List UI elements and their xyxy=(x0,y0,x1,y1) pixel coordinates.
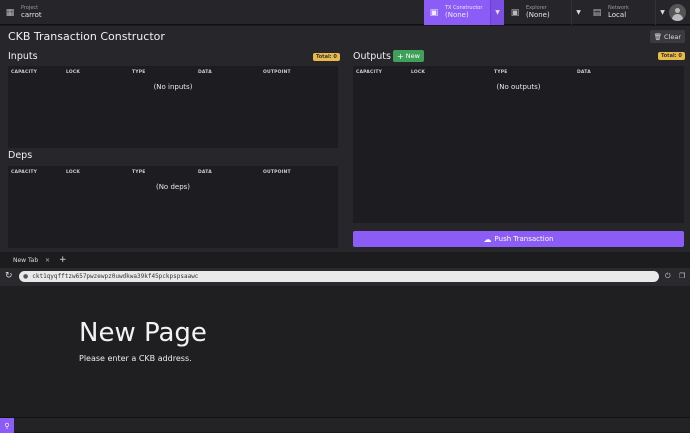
explorer-value: (None) xyxy=(526,11,550,19)
document-icon: ▣ xyxy=(510,7,520,18)
new-output-button[interactable]: + New xyxy=(393,50,424,62)
column-header: LOCK xyxy=(66,170,81,175)
bottom-bar: ⚲ xyxy=(0,417,690,433)
outputs-title: Outputs xyxy=(353,51,391,62)
column-header: LOCK xyxy=(411,70,426,75)
clear-button[interactable]: 🗑 Clear xyxy=(649,30,685,43)
column-header: CAPACITY xyxy=(356,70,383,75)
monitor-icon: ▤ xyxy=(592,7,602,18)
power-icon[interactable]: ⏻ xyxy=(665,272,671,281)
column-header: LOCK xyxy=(66,70,81,75)
column-header: TYPE xyxy=(132,70,146,75)
project-selector[interactable]: ▦ Project carrot xyxy=(0,0,150,25)
key-button[interactable]: ⚲ xyxy=(0,418,14,433)
column-header: TYPE xyxy=(132,170,146,175)
trash-icon: 🗑 xyxy=(653,32,662,41)
inputs-empty-text: (No inputs) xyxy=(153,83,193,91)
tx-constructor-value: (None) xyxy=(445,11,469,19)
column-header: CAPACITY xyxy=(11,170,38,175)
add-tab-icon[interactable]: + xyxy=(59,255,67,265)
browser-content: New Page Please enter a CKB address. xyxy=(0,286,690,417)
deps-title: Deps xyxy=(8,150,33,161)
page-title: CKB Transaction Constructor xyxy=(8,30,165,43)
tab-bar: New Tab ✕ + xyxy=(0,253,690,268)
column-header: DATA xyxy=(577,70,591,75)
new-label: New xyxy=(405,52,420,60)
user-icon-body xyxy=(672,14,683,21)
reload-icon[interactable]: ↻ xyxy=(5,271,13,281)
deps-table: CAPACITY LOCK TYPE DATA OUTPOINT (No dep… xyxy=(8,166,338,248)
address-row: ↻ ● ckt1qyqfftzw657pwzewpz0uwdkwa39kf45p… xyxy=(0,268,690,286)
new-page-subtitle: Please enter a CKB address. xyxy=(79,354,192,363)
address-value: ckt1qyqfftzw657pwzewpz0uwdkwa39kf45pckps… xyxy=(32,273,199,280)
inputs-total-badge: Total: 0 xyxy=(313,53,340,61)
close-icon[interactable]: ✕ xyxy=(45,257,50,264)
explorer-selector[interactable]: ▣ Explorer (None) ▼ xyxy=(505,0,585,25)
tx-constructor-selector[interactable]: ▣ TX Constructor (None) ▼ xyxy=(424,0,504,25)
key-icon: ⚲ xyxy=(4,421,10,430)
column-header: OUTPOINT xyxy=(263,170,291,175)
location-pin-icon: ● xyxy=(23,273,29,280)
user-icon xyxy=(675,8,680,13)
outputs-table: CAPACITY LOCK TYPE DATA (No outputs) xyxy=(353,66,684,223)
address-input[interactable]: ● ckt1qyqfftzw657pwzewpz0uwdkwa39kf45pck… xyxy=(19,271,659,282)
tx-constructor-panel: CKB Transaction Constructor 🗑 Clear Inpu… xyxy=(0,26,690,252)
clear-label: Clear xyxy=(664,32,681,41)
inputs-table: CAPACITY LOCK TYPE DATA OUTPOINT (No inp… xyxy=(8,66,338,148)
chevron-down-icon[interactable]: ▼ xyxy=(655,0,669,25)
column-header: TYPE xyxy=(494,70,508,75)
document-icon: ▣ xyxy=(429,7,439,18)
tab-label: New Tab xyxy=(13,257,39,264)
column-header: OUTPOINT xyxy=(263,70,291,75)
chevron-down-icon[interactable]: ▼ xyxy=(490,0,504,25)
plus-icon: + xyxy=(397,51,404,61)
column-header: DATA xyxy=(198,170,212,175)
outputs-total-badge: Total: 0 xyxy=(658,52,685,60)
cloud-upload-icon: ☁ xyxy=(483,234,492,244)
tab-new-tab[interactable]: New Tab ✕ xyxy=(0,253,54,268)
chevron-down-icon[interactable]: ▼ xyxy=(571,0,585,25)
column-header: DATA xyxy=(198,70,212,75)
project-value: carrot xyxy=(21,11,42,19)
network-value: Local xyxy=(608,11,627,19)
new-page-title: New Page xyxy=(79,318,207,348)
push-label: Push Transaction xyxy=(494,235,554,243)
column-header: CAPACITY xyxy=(11,70,38,75)
outputs-empty-text: (No outputs) xyxy=(496,83,541,91)
inputs-title: Inputs xyxy=(8,51,38,62)
top-bar: ▦ Project carrot ▣ TX Constructor (None)… xyxy=(0,0,690,25)
deps-empty-text: (No deps) xyxy=(155,183,191,191)
network-selector[interactable]: ▤ Network Local ▼ xyxy=(587,0,669,25)
push-transaction-button[interactable]: ☁ Push Transaction xyxy=(353,231,684,247)
folder-icon: ▦ xyxy=(5,7,15,18)
avatar[interactable] xyxy=(669,4,686,21)
copy-icon[interactable]: ❐ xyxy=(679,272,685,280)
